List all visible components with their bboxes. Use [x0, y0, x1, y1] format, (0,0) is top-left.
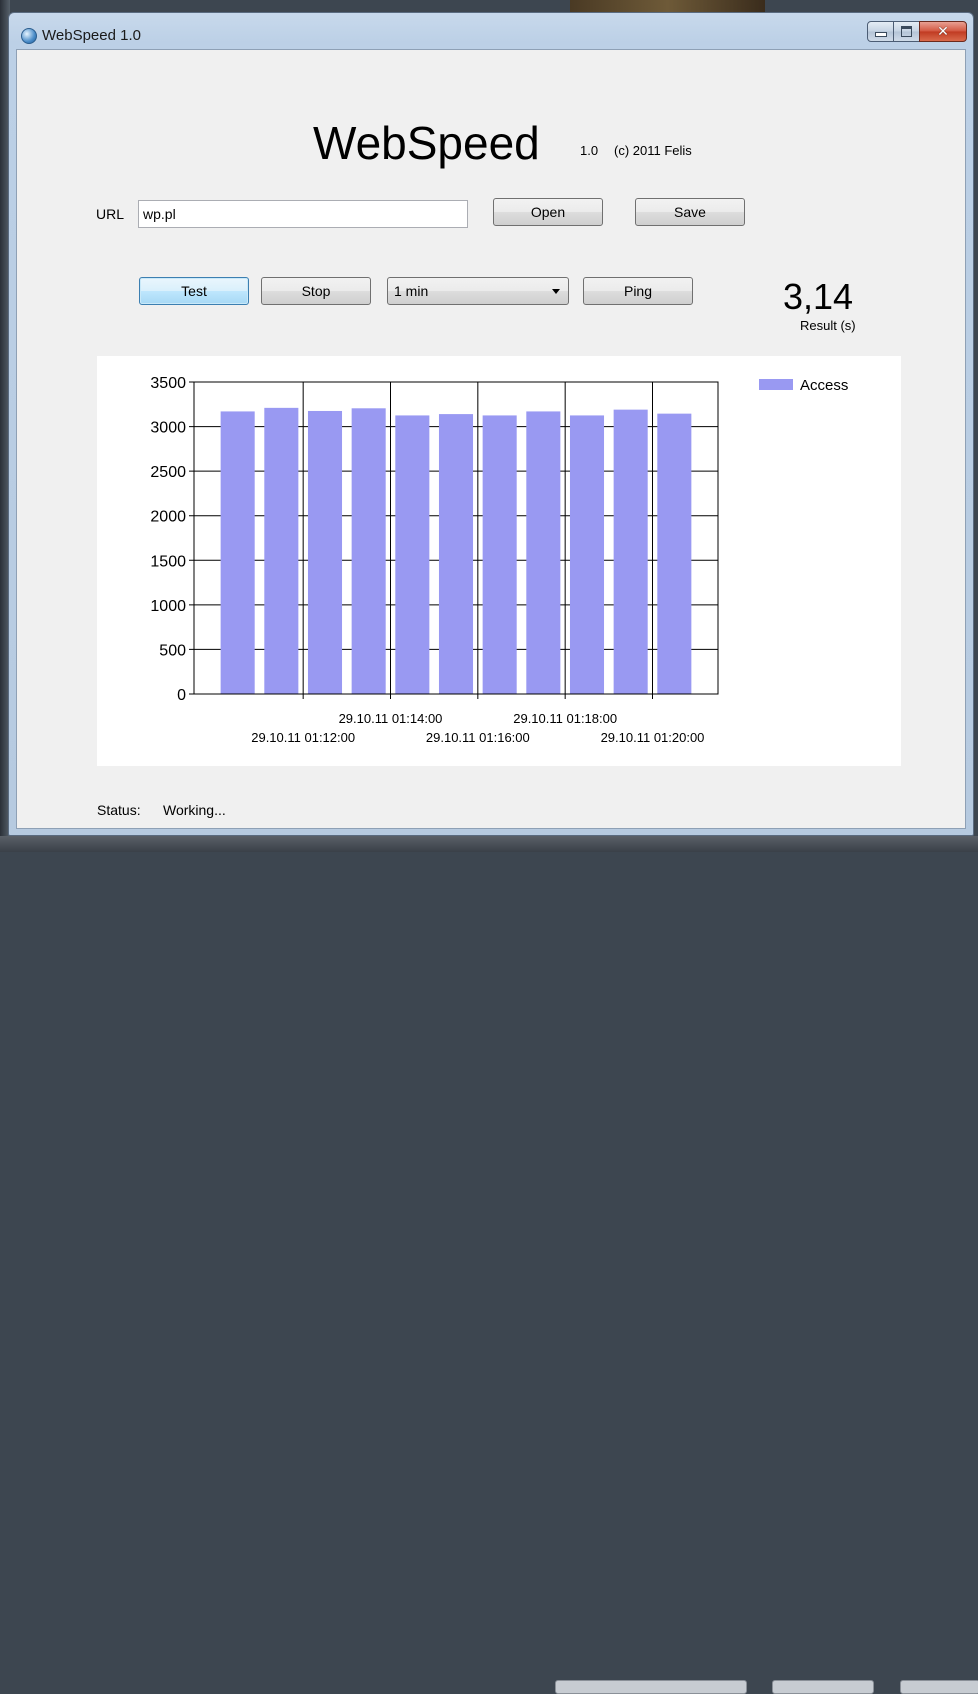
y-tick-label: 1000	[150, 598, 186, 615]
client-area: WebSpeed 1.0 (c) 2011 Felis URL Open Sav…	[16, 49, 966, 829]
result-value: 3,14	[783, 276, 854, 317]
app-title: WebSpeed	[313, 117, 540, 169]
app-globe-icon[interactable]	[21, 28, 37, 44]
minimize-icon	[874, 32, 887, 37]
taskbar-button[interactable]	[772, 1680, 874, 1694]
chart-bar	[657, 413, 692, 694]
dropdown-arrow-icon[interactable]	[552, 289, 560, 294]
chart-svg: 0 500 1000 1500 2000 2500 3000 3500 29.10.11 01:…	[150, 375, 848, 745]
x-tick-label: 29.10.11 01:20:00	[601, 730, 705, 745]
taskbar-button[interactable]	[555, 1680, 747, 1694]
chart-bar	[264, 407, 299, 694]
url-label: URL	[96, 206, 125, 222]
y-tick-label: 0	[177, 687, 186, 704]
chart-bar	[569, 415, 605, 694]
maximize-button[interactable]	[893, 21, 920, 42]
y-tick-label: 2500	[150, 464, 186, 481]
ping-button[interactable]: Ping	[583, 277, 693, 305]
status-label: Status:	[97, 802, 141, 818]
chart-bar	[482, 415, 517, 694]
chart-bar	[307, 410, 343, 694]
access-chart: 0 500 1000 1500 2000 2500 3000 3500 29.10.11 01:…	[97, 356, 901, 766]
result-label: Result (s)	[800, 318, 856, 333]
close-icon: ✕	[937, 23, 949, 40]
save-button[interactable]: Save	[635, 198, 745, 226]
interval-select[interactable]: 1 min	[387, 277, 569, 305]
status-text: Working...	[163, 802, 226, 818]
y-tick-label: 3000	[150, 420, 186, 437]
open-button[interactable]: Open	[493, 198, 603, 226]
test-button[interactable]: Test	[139, 277, 249, 305]
app-window: WebSpeed 1.0 ✕ WebSpeed 1.0 (c) 2011 Fel…	[8, 12, 974, 836]
chart-bar	[526, 411, 561, 694]
minimize-button[interactable]	[867, 21, 894, 42]
y-tick-label: 500	[159, 642, 186, 659]
app-copyright: (c) 2011 Felis	[614, 143, 692, 158]
window-controls: ✕	[867, 21, 967, 43]
x-tick-label: 29.10.11 01:12:00	[251, 730, 355, 745]
interval-select-value: 1 min	[394, 283, 429, 299]
url-input[interactable]	[138, 200, 468, 228]
legend-swatch	[759, 379, 793, 390]
legend-label: Access	[800, 377, 848, 394]
maximize-icon	[901, 26, 912, 37]
chart-bar	[613, 409, 648, 694]
x-tick-label: 29.10.11 01:16:00	[426, 730, 530, 745]
close-button[interactable]: ✕	[919, 21, 967, 42]
chart-bar	[438, 414, 474, 694]
app-version: 1.0	[580, 143, 599, 158]
taskbar-button[interactable]	[900, 1680, 978, 1694]
chart-bar	[351, 408, 386, 694]
window-title: WebSpeed 1.0	[42, 27, 141, 44]
chart-bar	[395, 415, 430, 694]
y-tick-label: 1500	[150, 553, 186, 570]
y-tick-label: 2000	[150, 509, 186, 526]
title-bar[interactable]: WebSpeed 1.0 ✕	[9, 13, 973, 49]
chart-bar	[220, 411, 255, 694]
x-tick-label: 29.10.11 01:14:00	[339, 711, 443, 726]
x-tick-label: 29.10.11 01:18:00	[513, 711, 617, 726]
y-tick-label: 3500	[150, 375, 186, 392]
stop-button[interactable]: Stop	[261, 277, 371, 305]
taskbar	[0, 836, 978, 1694]
